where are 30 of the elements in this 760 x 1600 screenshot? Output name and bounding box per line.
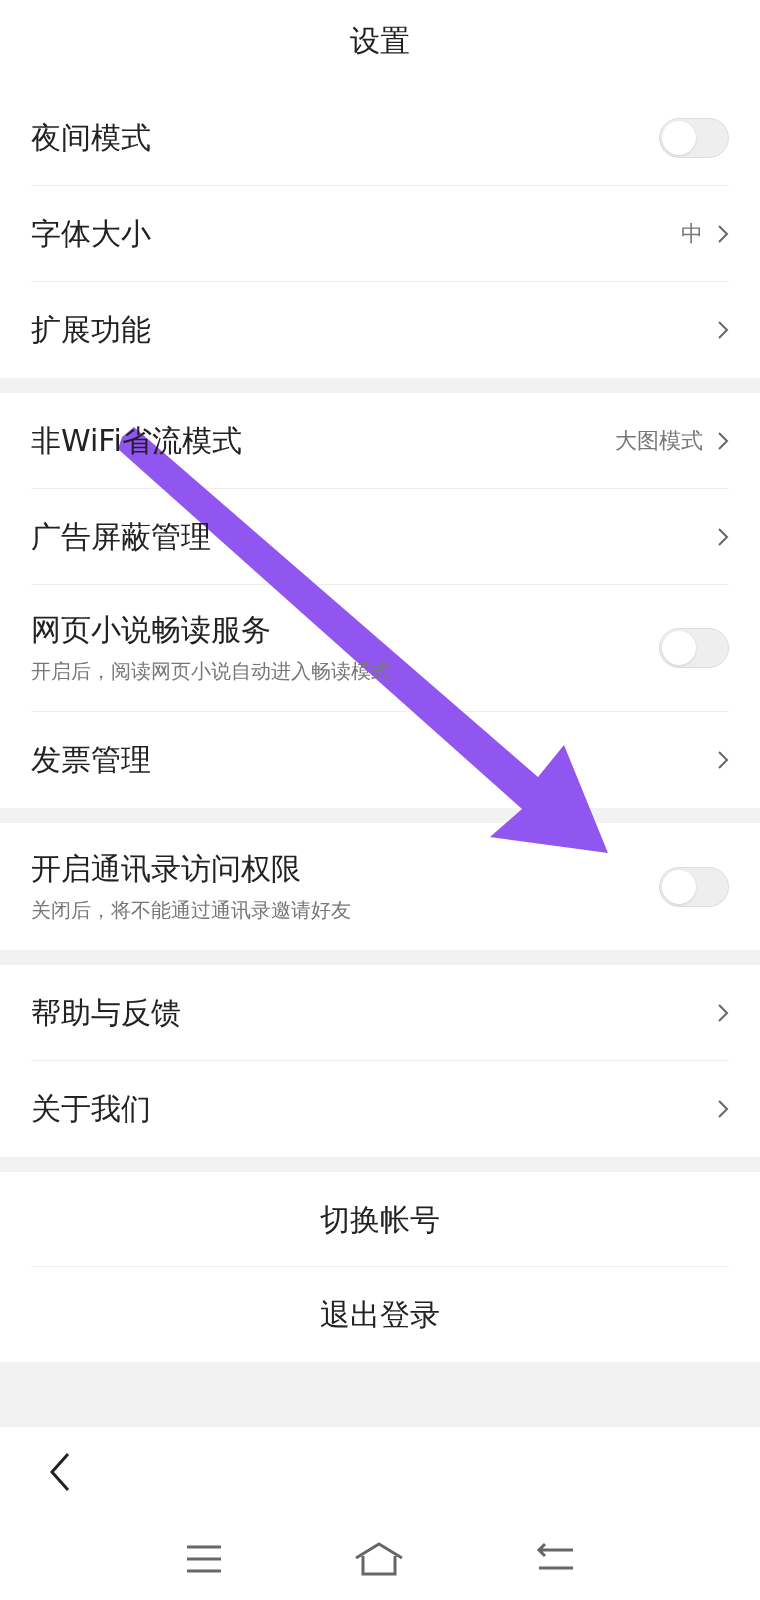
chevron-right-icon (717, 1002, 729, 1023)
setting-label: 夜间模式 (31, 118, 151, 157)
setting-label: 开启通讯录访问权限 (31, 849, 302, 888)
toggle-switch[interactable] (659, 117, 729, 158)
setting-label: 字体大小 (31, 214, 151, 253)
setting-label: 帮助与反馈 (31, 993, 181, 1032)
account-action-button[interactable]: 退出登录 (31, 1267, 729, 1362)
chevron-right-icon (717, 1099, 729, 1119)
chevron-right-icon (717, 223, 729, 244)
setting-label: 网页小说畅读服务 (31, 611, 272, 649)
page-title: 设置 (350, 21, 410, 60)
setting-label: 关于我们 (31, 1090, 151, 1128)
home-icon[interactable] (354, 1541, 404, 1576)
chevron-right-icon (717, 750, 729, 770)
setting-value: 中 (681, 220, 703, 248)
setting-label: 广告屏蔽管理 (31, 517, 211, 556)
chevron-right-icon (717, 526, 729, 547)
setting-value: 大图模式 (615, 427, 703, 455)
setting-label: 非WiFi省流模式 (31, 421, 242, 460)
setting-label: 扩展功能 (31, 311, 151, 349)
toggle-switch[interactable] (659, 628, 729, 668)
setting-label: 发票管理 (31, 741, 151, 779)
toggle-switch[interactable] (659, 866, 729, 907)
chevron-right-icon (717, 430, 729, 451)
account-action-button[interactable]: 切换帐号 (31, 1172, 729, 1267)
chevron-right-icon (717, 320, 729, 340)
menu-icon[interactable] (185, 1543, 224, 1574)
setting-description: 关闭后，将不能通过通讯录邀请好友 (31, 896, 351, 924)
setting-description: 开启后，阅读网页小说自动进入畅读模式 (31, 658, 391, 685)
back-icon[interactable] (48, 1452, 72, 1492)
